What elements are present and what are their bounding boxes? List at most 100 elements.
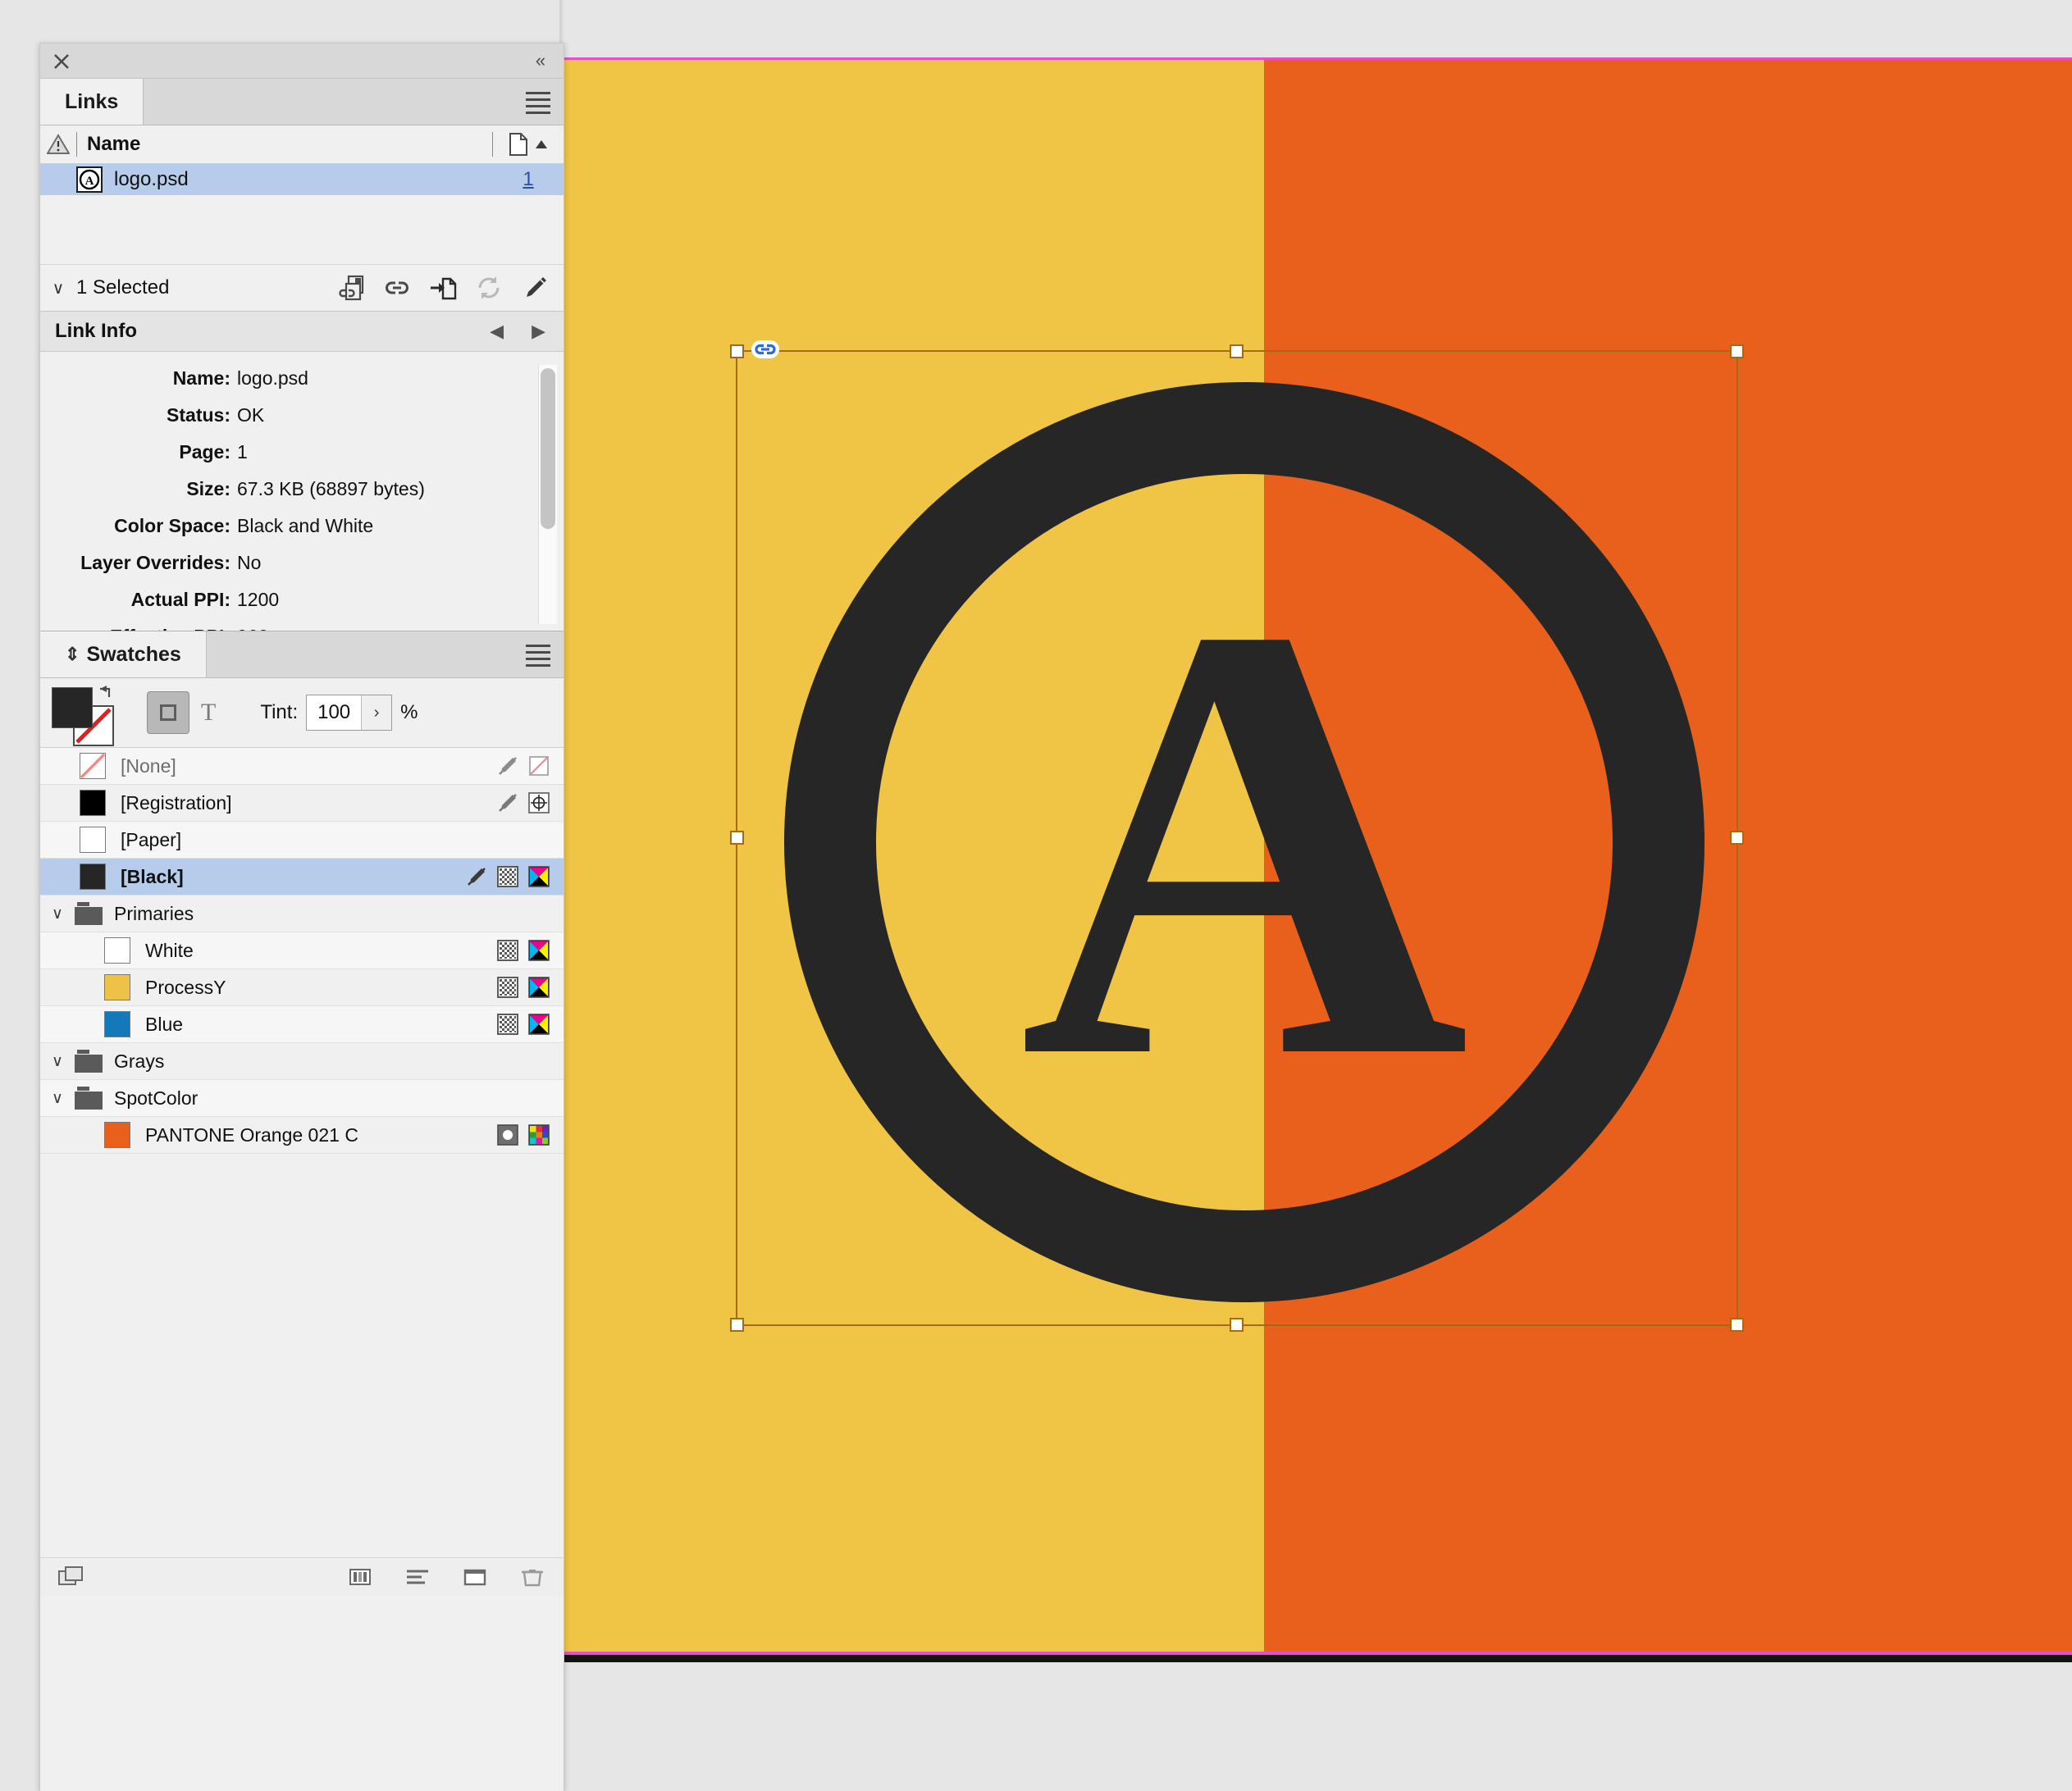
cmyk-process-icon — [528, 977, 550, 998]
link-info-prev-button[interactable]: ◀ — [490, 321, 504, 342]
close-icon[interactable] — [52, 52, 71, 71]
swatch-list-empty-area[interactable] — [40, 1154, 564, 1558]
links-summary-bar: ∨ 1 Selected — [40, 264, 564, 312]
link-info-next-button[interactable]: ▶ — [532, 321, 545, 342]
links-summary-disclosure[interactable]: ∨ — [40, 278, 76, 298]
swatch-row-processy[interactable]: ProcessY — [40, 969, 564, 1006]
tab-links-label: Links — [65, 89, 119, 113]
link-info-value: logo.psd — [237, 367, 308, 389]
fill-stroke-proxy[interactable] — [52, 684, 137, 746]
swatch-name: [Paper] — [121, 828, 182, 850]
chevron-down-icon[interactable]: ∨ — [52, 1089, 73, 1108]
tint-unit-label: % — [400, 701, 418, 723]
go-to-link-icon[interactable] — [429, 274, 457, 302]
apply-to-container-icon[interactable] — [147, 691, 189, 734]
swatch-chip-pantone-orange — [104, 1122, 130, 1148]
swatch-group-spotcolor[interactable]: ∨ SpotColor — [40, 1080, 564, 1117]
swatch-row-white[interactable]: White — [40, 932, 564, 969]
logo-artwork[interactable]: A — [784, 382, 1705, 1302]
tab-swatches-label: Swatches — [86, 642, 181, 666]
tab-links[interactable]: Links — [40, 79, 144, 125]
swatch-chip-processy — [104, 974, 130, 1000]
tint-stepper[interactable]: › — [361, 695, 392, 730]
link-info-label: Page: — [179, 441, 230, 463]
swatch-row-icons — [465, 865, 564, 888]
link-info-value: 960 — [237, 626, 268, 631]
column-header-page[interactable] — [493, 132, 564, 157]
swatches-panel: ⇕ Swatches T Tint: 100 › % [None] [Regis… — [40, 631, 564, 1596]
links-tabstrip: Links — [40, 79, 564, 125]
column-header-name[interactable]: Name — [77, 133, 492, 156]
update-link-icon — [478, 276, 500, 299]
link-info-scrollbar[interactable] — [538, 365, 557, 624]
swatch-list[interactable]: [None] [Registration] [Paper] [Black] ∨ … — [40, 748, 564, 1154]
folder-icon — [73, 1050, 104, 1073]
link-info-value: 1 — [237, 441, 248, 463]
link-info-label: Size: — [186, 478, 230, 499]
link-info-row: Actual PPI: 1200 — [40, 581, 564, 618]
tint-input[interactable]: 100 › — [306, 695, 393, 731]
edit-original-icon[interactable] — [521, 274, 549, 302]
swatch-group-primaries[interactable]: ∨ Primaries — [40, 896, 564, 932]
no-ink-icon — [499, 794, 517, 812]
logo-thumbnail-icon: A — [76, 166, 103, 193]
new-color-group-icon[interactable] — [347, 1566, 373, 1588]
fill-color-chip[interactable] — [52, 687, 93, 728]
relink-from-cc-libraries-icon[interactable] — [337, 274, 365, 302]
swatch-row-blue[interactable]: Blue — [40, 1006, 564, 1043]
links-column-headers: Name — [40, 125, 564, 164]
swatch-group-name: SpotColor — [114, 1087, 199, 1109]
apply-to-text-icon[interactable]: T — [201, 699, 216, 727]
svg-text:A: A — [85, 175, 94, 188]
chevron-down-icon[interactable]: ∨ — [52, 1052, 73, 1071]
panel-menu-icon[interactable] — [526, 92, 550, 114]
swatch-group-name: Grays — [114, 1050, 165, 1072]
swatch-row-none[interactable]: [None] — [40, 748, 564, 785]
swap-fill-stroke-icon[interactable] — [98, 684, 116, 700]
link-info-value: Black and White — [237, 515, 374, 536]
new-swatch-icon[interactable] — [462, 1566, 488, 1588]
swatch-row-pantone-orange-021-c[interactable]: PANTONE Orange 021 C — [40, 1117, 564, 1154]
swatch-row-icons — [496, 1123, 564, 1146]
swatch-row-paper[interactable]: [Paper] — [40, 822, 564, 859]
swatch-row-registration[interactable]: [Registration] — [40, 785, 564, 822]
folder-icon — [73, 1087, 104, 1110]
delete-swatch-icon[interactable] — [519, 1566, 545, 1588]
tab-swatches[interactable]: ⇕ Swatches — [40, 631, 207, 677]
swatch-row-icons — [496, 976, 564, 999]
scrollbar-thumb[interactable] — [541, 368, 555, 529]
collapse-to-icons-icon[interactable]: « — [529, 51, 552, 71]
panel-menu-icon[interactable] — [526, 645, 550, 667]
swatch-row-icons — [496, 791, 564, 814]
swatch-row-black[interactable]: [Black] — [40, 859, 564, 896]
link-info-label: Effective PPI: — [40, 626, 237, 631]
link-info-row: Page: 1 — [40, 434, 564, 471]
logo-letter: A — [1019, 497, 1470, 1187]
tint-grid-icon — [497, 977, 518, 998]
swatch-name: PANTONE Orange 021 C — [145, 1123, 358, 1146]
link-row-logo[interactable]: A logo.psd 1 — [40, 164, 564, 195]
no-ink-icon — [499, 757, 517, 775]
swatch-group-grays[interactable]: ∨ Grays — [40, 1043, 564, 1080]
swatches-footer-right — [347, 1566, 545, 1588]
tint-group: Tint: 100 › % — [260, 695, 418, 731]
swatch-name: [Black] — [121, 865, 184, 887]
link-info-body[interactable]: Name: logo.psd Status: OK Page: 1 Size: … — [40, 352, 564, 631]
link-row-page[interactable]: 1 — [493, 168, 564, 191]
relink-icon[interactable] — [383, 274, 411, 302]
swatch-name: White — [145, 939, 194, 961]
margin-guide-top — [563, 57, 2072, 60]
warning-triangle-icon[interactable] — [40, 134, 76, 155]
show-all-swatches-icon[interactable] — [58, 1566, 84, 1588]
chevron-down-icon[interactable]: ∨ — [52, 905, 73, 923]
links-toolbar — [337, 265, 549, 311]
cmyk-process-icon — [528, 940, 550, 961]
panel-dock: « Links Name A logo.psd 1 ∨ 1 Selected L… — [39, 43, 564, 1791]
links-summary-label: 1 Selected — [76, 276, 170, 298]
swatches-tabstrip: ⇕ Swatches — [40, 631, 564, 678]
swatch-row-icons — [496, 754, 564, 777]
links-list[interactable]: A logo.psd 1 — [40, 164, 564, 264]
new-swatch-group-icon[interactable] — [404, 1566, 431, 1588]
none-slash-icon — [529, 756, 549, 776]
tint-value[interactable]: 100 — [307, 695, 361, 730]
